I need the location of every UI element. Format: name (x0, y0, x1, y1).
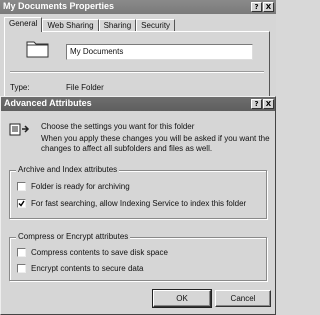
compress-checkbox[interactable] (17, 248, 26, 257)
adv-titlebar: Advanced Attributes ? X (1, 97, 275, 111)
indexing-option[interactable]: For fast searching, allow Indexing Servi… (17, 199, 246, 208)
compress-encrypt-group-title: Compress or Encrypt attributes (16, 232, 131, 241)
checkmark-icon (18, 200, 25, 207)
folder-icon (26, 39, 50, 61)
advanced-attributes-dialog: Advanced Attributes ? X Choose the setti… (0, 96, 276, 315)
adv-dialog-title: Advanced Attributes (4, 98, 92, 108)
props-help-button[interactable]: ? (251, 2, 262, 12)
folder-name-input[interactable]: My Documents (66, 44, 253, 60)
archive-index-group: Archive and Index attributes Folder is r… (9, 165, 267, 219)
encrypt-checkbox[interactable] (17, 264, 26, 273)
attributes-icon (9, 121, 31, 139)
intro-text: Choose the settings you want for this fo… (41, 122, 195, 131)
compress-option[interactable]: Compress contents to save disk space (17, 248, 168, 257)
props-close-button[interactable]: X (263, 2, 274, 12)
encrypt-option[interactable]: Encrypt contents to secure data (17, 264, 144, 273)
my-documents-properties-window: My Documents Properties ? X General Web … (0, 0, 276, 101)
ok-button[interactable]: OK (152, 289, 212, 308)
indexing-checkbox[interactable] (17, 199, 26, 208)
compress-label: Compress contents to save disk space (31, 248, 168, 257)
props-window-title: My Documents Properties (3, 1, 115, 11)
encrypt-label: Encrypt contents to secure data (31, 264, 144, 273)
archive-index-group-title: Archive and Index attributes (16, 165, 120, 174)
adv-close-button[interactable]: X (263, 99, 274, 109)
tab-general[interactable]: General (4, 17, 43, 32)
props-divider (10, 71, 264, 73)
archiving-label: Folder is ready for archiving (31, 182, 130, 191)
cancel-button[interactable]: Cancel (215, 290, 271, 307)
archiving-checkbox[interactable] (17, 182, 26, 191)
props-titlebar: My Documents Properties ? X (0, 0, 276, 14)
type-value: File Folder (66, 83, 104, 92)
type-label: Type: (10, 83, 30, 92)
archiving-option[interactable]: Folder is ready for archiving (17, 182, 130, 191)
props-tab-strip: General Web Sharing Sharing Security (4, 17, 176, 32)
indexing-label: For fast searching, allow Indexing Servi… (31, 199, 247, 208)
intro-detail: When you apply these changes you will be… (41, 134, 270, 153)
adv-help-button[interactable]: ? (251, 99, 262, 109)
compress-encrypt-group: Compress or Encrypt attributes Compress … (9, 232, 267, 281)
